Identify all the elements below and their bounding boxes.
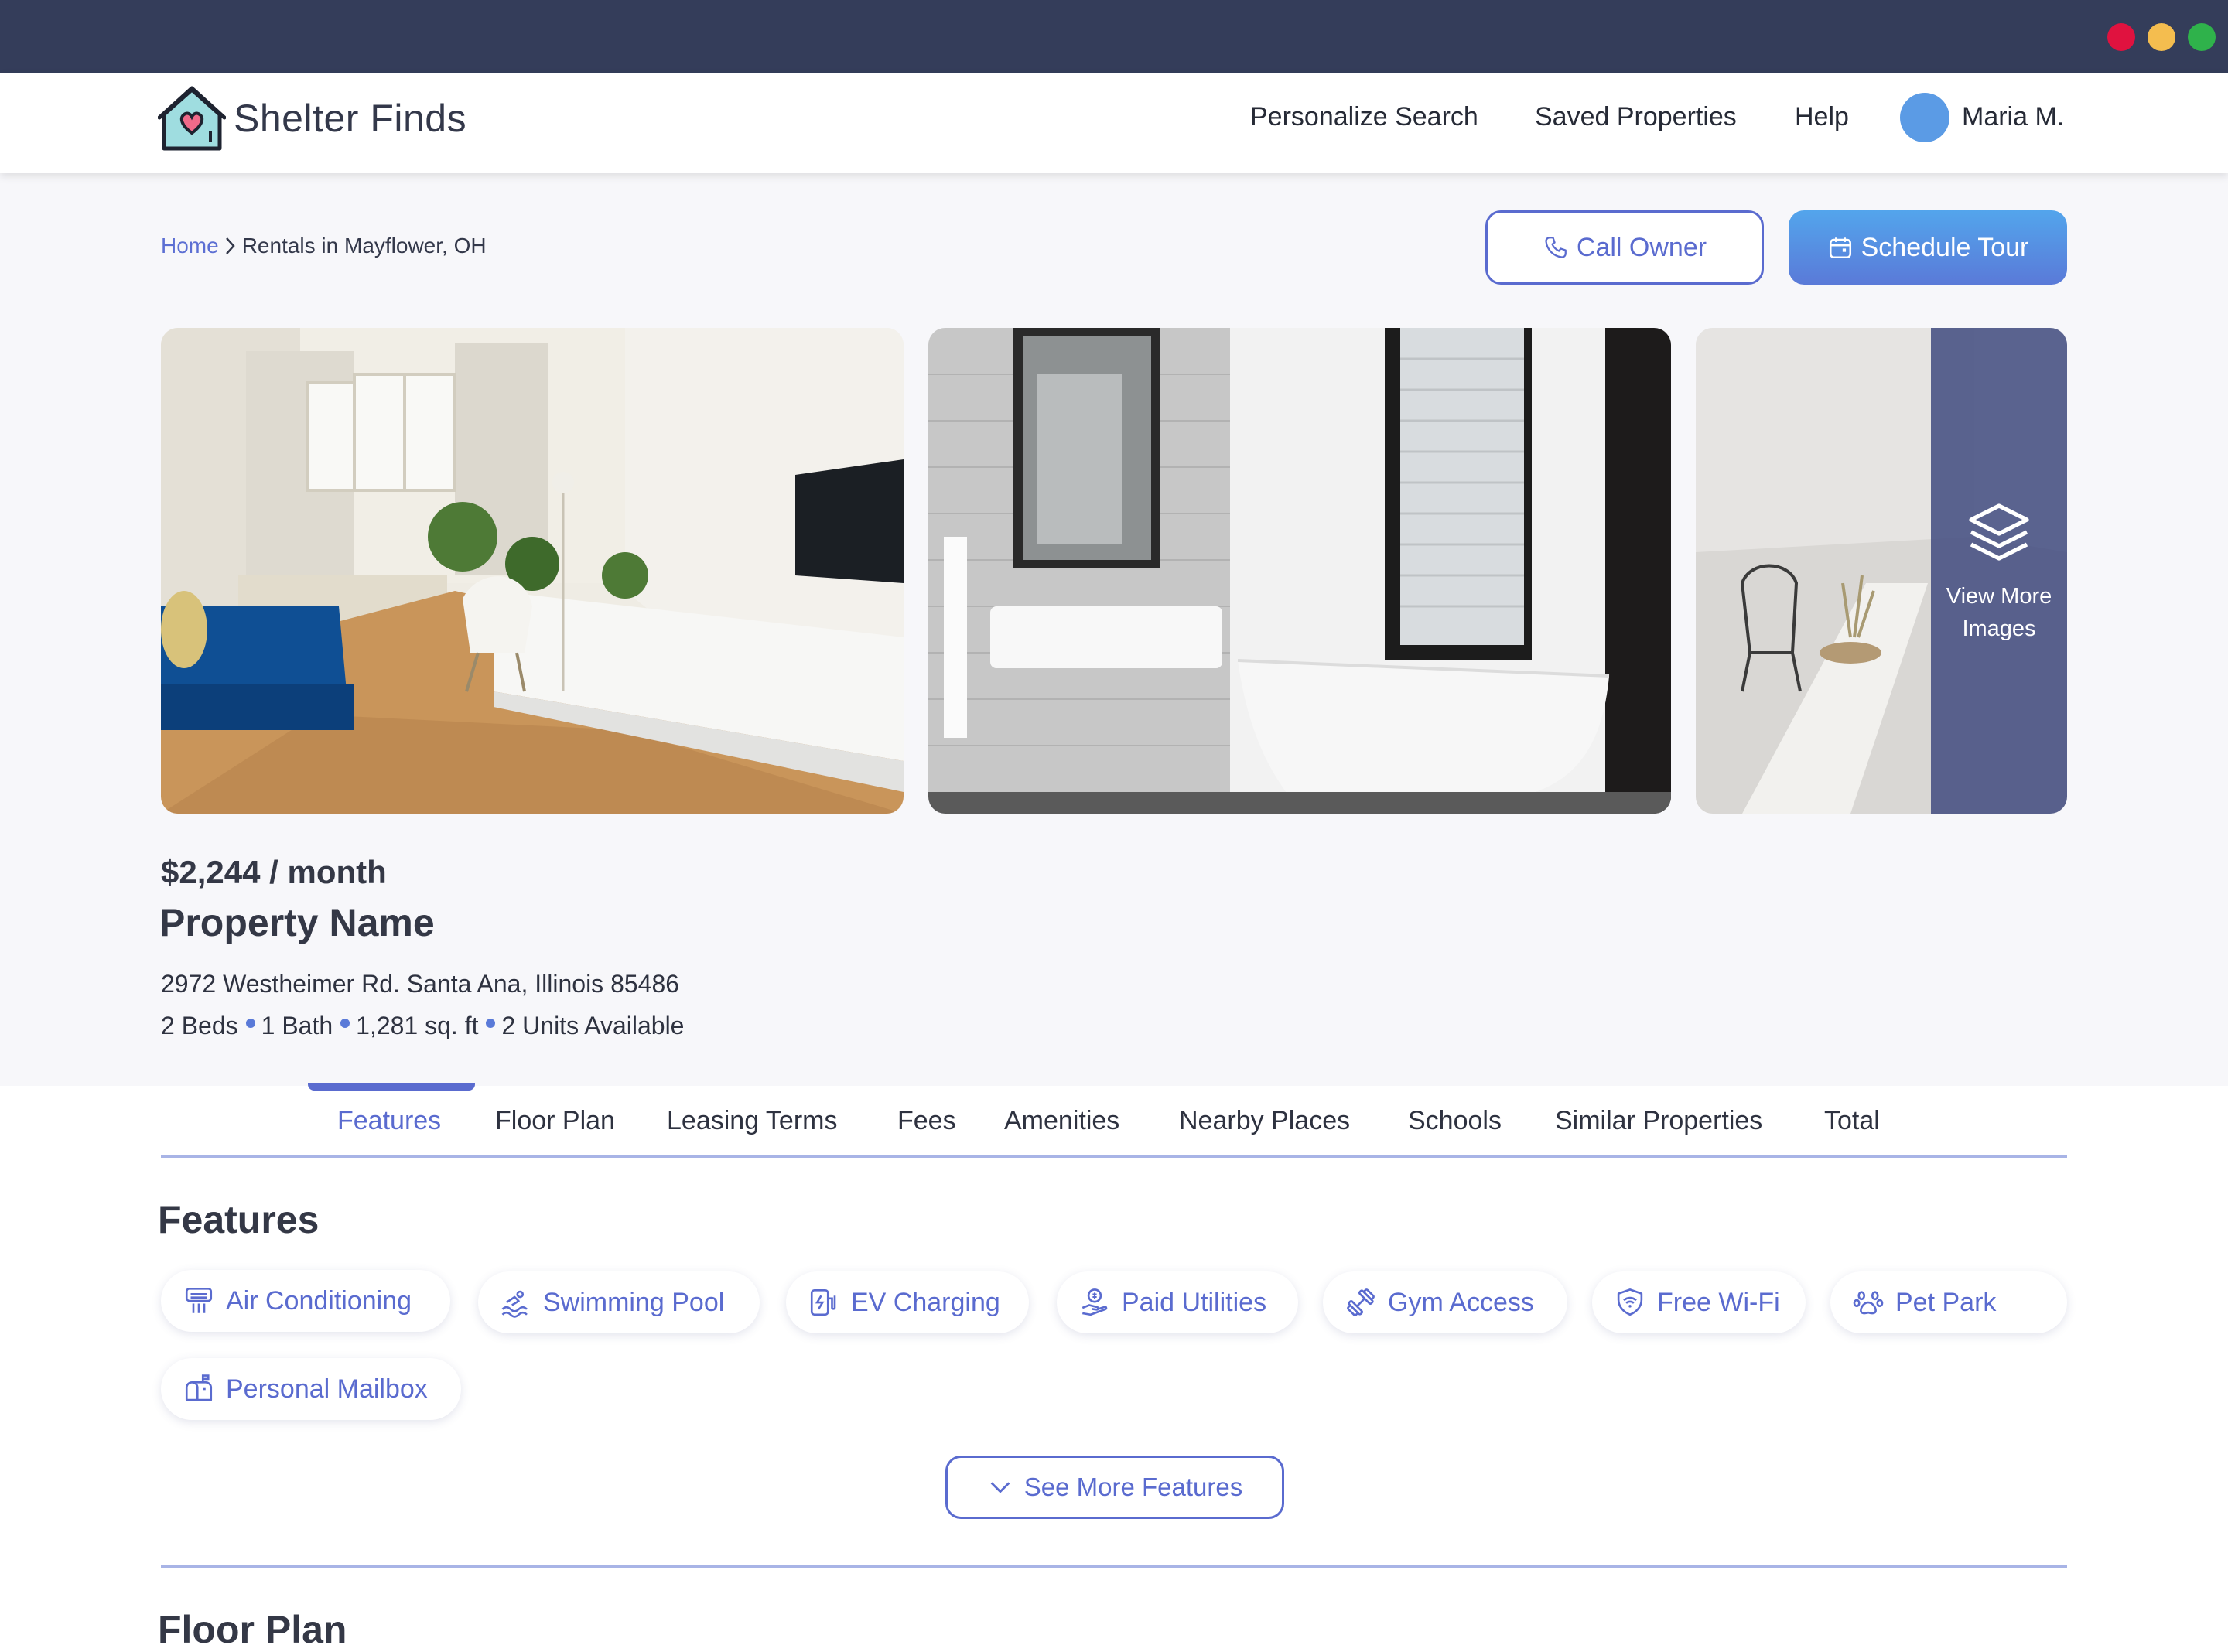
nav-personalize-search[interactable]: Personalize Search — [1250, 102, 1478, 132]
view-more-images-label: View More Images — [1946, 584, 2052, 641]
schedule-tour-label: Schedule Tour — [1861, 232, 2029, 262]
layers-icon — [1969, 503, 2029, 561]
window-close-button[interactable] — [2107, 23, 2135, 51]
feature-label: Pet Park — [1895, 1287, 1997, 1317]
wifi-icon — [1617, 1288, 1643, 1316]
feature-label: EV Charging — [851, 1287, 1000, 1317]
window-maximize-button[interactable] — [2188, 23, 2216, 51]
feature-chip-free-wifi: Free Wi-Fi — [1592, 1271, 1806, 1333]
feature-label: Personal Mailbox — [226, 1374, 428, 1404]
tab-amenities[interactable]: Amenities — [1004, 1106, 1119, 1136]
spec-separator — [486, 1018, 496, 1028]
tab-similar-properties[interactable]: Similar Properties — [1555, 1106, 1762, 1136]
site-header: Shelter Finds Personalize Search Saved P… — [0, 73, 2228, 173]
gallery-photo-bathroom[interactable] — [928, 328, 1671, 814]
property-specs: 2 Beds 1 Bath 1,281 sq. ft 2 Units Avail… — [161, 1012, 684, 1040]
tabs-divider — [161, 1155, 2067, 1158]
features-heading: Features — [158, 1198, 320, 1241]
feature-label: Swimming Pool — [543, 1287, 725, 1317]
house-heart-icon — [158, 86, 226, 151]
listing-hero: Home Rentals in Mayflower, OH Call Owner… — [0, 173, 2228, 1086]
feature-label: Paid Utilities — [1122, 1287, 1267, 1317]
breadcrumb: Home Rentals in Mayflower, OH — [161, 234, 487, 258]
feature-chip-swimming-pool: Swimming Pool — [478, 1271, 760, 1333]
feature-chip-air-conditioning: Air Conditioning — [161, 1270, 450, 1332]
spec-separator — [340, 1018, 350, 1028]
section-divider — [161, 1565, 2067, 1568]
feature-chip-personal-mailbox: Personal Mailbox — [161, 1358, 461, 1420]
swimming-pool-icon — [501, 1290, 528, 1318]
logo[interactable]: Shelter Finds — [158, 84, 466, 153]
breadcrumb-home-link[interactable]: Home — [161, 234, 219, 258]
tab-total[interactable]: Total — [1824, 1106, 1880, 1136]
avatar[interactable] — [1900, 93, 1950, 142]
view-more-images-button[interactable]: View More Images — [1931, 328, 2067, 814]
feature-chip-gym-access: Gym Access — [1323, 1271, 1567, 1333]
tab-floor-plan[interactable]: Floor Plan — [495, 1106, 615, 1136]
floor-plan-heading: Floor Plan — [158, 1608, 347, 1651]
nav-saved-properties[interactable]: Saved Properties — [1535, 102, 1737, 132]
spec-area: 1,281 sq. ft — [356, 1012, 479, 1039]
gallery-photo-living-room[interactable] — [161, 328, 904, 814]
nav-help[interactable]: Help — [1795, 102, 1849, 132]
user-name[interactable]: Maria M. — [1962, 102, 2064, 132]
tab-fees[interactable]: Fees — [897, 1106, 956, 1136]
phone-icon — [1545, 237, 1567, 258]
spec-units: 2 Units Available — [501, 1012, 685, 1039]
active-tab-indicator — [308, 1083, 475, 1091]
tab-schools[interactable]: Schools — [1408, 1106, 1502, 1136]
feature-chip-paid-utilities: Paid Utilities — [1057, 1271, 1298, 1333]
gallery-photo-balcony[interactable]: View More Images — [1696, 328, 2067, 814]
tab-leasing-terms[interactable]: Leasing Terms — [667, 1106, 838, 1136]
window-titlebar — [0, 0, 2228, 73]
listing-price: $2,244 / month — [161, 854, 387, 890]
spec-separator — [245, 1018, 255, 1028]
see-more-features-button[interactable]: See More Features — [945, 1456, 1284, 1519]
chevron-down-icon — [990, 1482, 1010, 1493]
chevron-right-icon — [225, 237, 235, 254]
property-address: 2972 Westheimer Rd. Santa Ana, Illinois … — [161, 970, 680, 998]
brand-name: Shelter Finds — [234, 97, 467, 140]
paw-icon — [1853, 1291, 1884, 1315]
calendar-icon — [1829, 237, 1851, 259]
spec-bath: 1 Bath — [261, 1012, 333, 1039]
breadcrumb-current: Rentals in Mayflower, OH — [241, 234, 487, 258]
spec-beds: 2 Beds — [161, 1012, 238, 1039]
tab-features[interactable]: Features — [337, 1106, 441, 1136]
feature-chip-pet-park: Pet Park — [1830, 1271, 2067, 1333]
mailbox-icon — [185, 1374, 213, 1401]
section-tabs: Features Floor Plan Leasing Terms Fees A… — [0, 1106, 2228, 1140]
feature-label: Free Wi-Fi — [1657, 1287, 1780, 1317]
paid-utilities-icon — [1082, 1288, 1108, 1316]
feature-label: Gym Access — [1388, 1287, 1534, 1317]
call-owner-label: Call Owner — [1576, 232, 1707, 262]
schedule-tour-button[interactable]: Schedule Tour — [1789, 210, 2067, 285]
see-more-features-label: See More Features — [1023, 1473, 1243, 1501]
window-minimize-button[interactable] — [2148, 23, 2175, 51]
air-conditioning-icon — [185, 1287, 213, 1313]
property-name: Property Name — [159, 901, 435, 944]
feature-label: Air Conditioning — [226, 1285, 412, 1316]
tab-nearby-places[interactable]: Nearby Places — [1179, 1106, 1350, 1136]
gym-icon — [1347, 1288, 1375, 1316]
call-owner-button[interactable]: Call Owner — [1485, 210, 1764, 285]
feature-chip-ev-charging: EV Charging — [786, 1271, 1029, 1333]
ev-charging-icon — [810, 1288, 836, 1316]
